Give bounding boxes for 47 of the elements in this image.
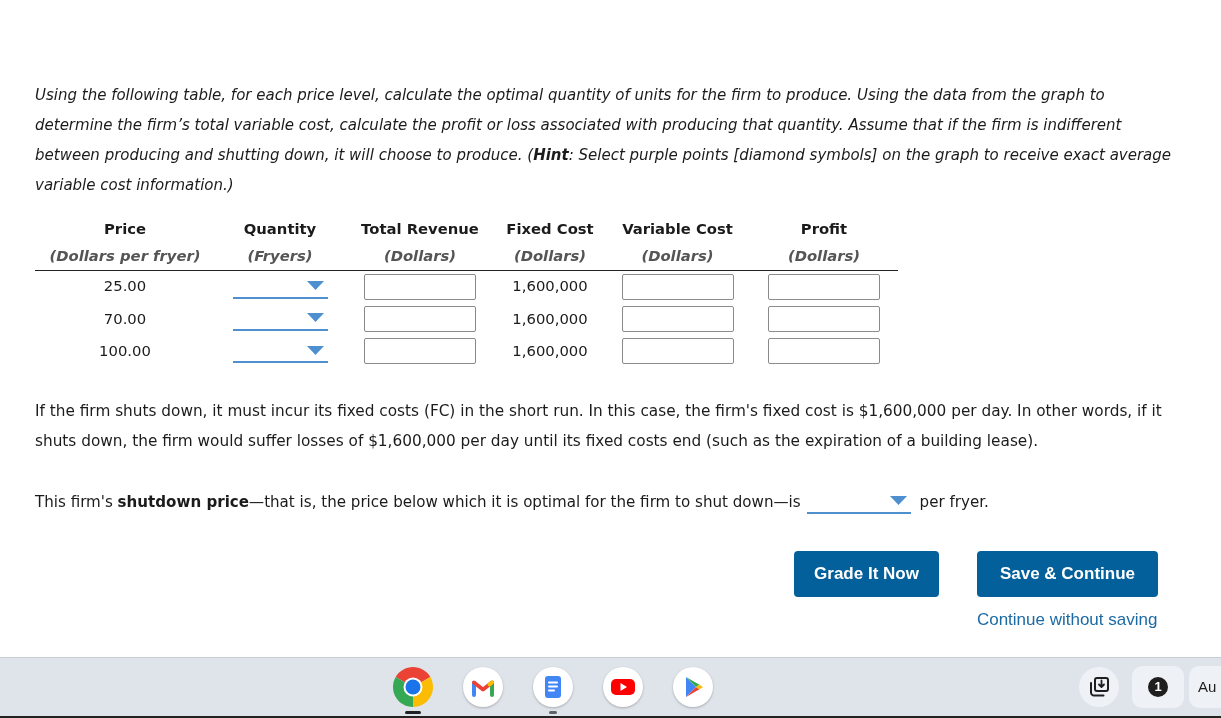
- answer-input[interactable]: [768, 273, 880, 300]
- video-play-logo-icon[interactable]: [602, 666, 644, 708]
- table-cell: 1,600,000: [512, 277, 588, 295]
- chrome-logo-icon[interactable]: [392, 666, 434, 708]
- table-cell: 1,600,000: [512, 342, 588, 360]
- caret-icon: [306, 281, 324, 290]
- column-unit: (Dollars): [641, 247, 714, 265]
- play-triangle-logo-icon[interactable]: [672, 666, 714, 708]
- column-header: Quantity: [243, 219, 317, 237]
- answer-input[interactable]: [364, 305, 476, 332]
- table-cell: 1,600,000: [512, 309, 588, 327]
- column-header: Price: [104, 219, 146, 237]
- notification-button[interactable]: 1: [1132, 666, 1184, 708]
- caret-icon: [306, 313, 324, 323]
- mail-logo-icon[interactable]: [462, 666, 504, 708]
- document-logo-icon[interactable]: [532, 666, 574, 708]
- status-tray-button[interactable]: Au: [1189, 666, 1221, 708]
- answer-input[interactable]: [768, 338, 880, 365]
- explanation-text: If the firm shuts down, it must incur its fixed costs (FC) in the short run. In this case, the firm's fixed cost is $1,600,000 per day. In other words, if it shuts down, the firm would suffer losses of $1,600,000 per day until its fixed costs end (such as the expiration of a building lease).: [35, 400, 1163, 452]
- question-text: This firm's shutdown price—that is, the price below which it is optimal for the firm to shut down—is: [35, 491, 801, 513]
- column-header: Total Revenue: [361, 219, 479, 237]
- caret-icon: [889, 496, 907, 505]
- save-continue-button[interactable]: Save & Continue: [976, 550, 1158, 597]
- notification-count: 1: [1148, 677, 1168, 697]
- instructions-text: Using the following table, for each price level, calculate the optimal quantity of units for the firm to produce. Using the data from the graph to determine the firm’s total variable cost, calculate the profit or loss associated with producing that quantity. Assume that if the firm is indifferent between producing and shutting down, it will choose to produce. (Hint: Select purple points [diamond symbols] on the graph to receive exact average variable cost information.): [35, 85, 1173, 196]
- answer-input[interactable]: [364, 338, 476, 365]
- answer-input[interactable]: [621, 273, 734, 300]
- table-cell: 100.00: [99, 342, 151, 360]
- answer-input[interactable]: [364, 273, 476, 300]
- download-tray-icon[interactable]: [1078, 666, 1120, 708]
- answer-input[interactable]: [768, 305, 880, 332]
- column-header: Profit: [800, 219, 848, 237]
- answer-input[interactable]: [621, 338, 734, 365]
- column-header: Variable Cost: [622, 219, 733, 237]
- table-cell: 25.00: [103, 277, 147, 295]
- column-unit: (Dollars): [513, 247, 587, 265]
- column-unit: (Dollars per fryer): [49, 247, 201, 265]
- grade-button[interactable]: Grade It Now: [794, 550, 939, 597]
- column-header: Fixed Cost: [506, 219, 594, 237]
- table-cell: 70.00: [103, 309, 147, 327]
- column-unit: (Fryers): [247, 247, 313, 265]
- question-text: per fryer.: [919, 491, 989, 513]
- caret-icon: [306, 345, 324, 355]
- column-unit: (Dollars): [383, 247, 457, 265]
- answer-input[interactable]: [621, 305, 734, 332]
- continue-link[interactable]: Continue without saving: [976, 606, 1158, 632]
- column-unit: (Dollars): [787, 247, 861, 265]
